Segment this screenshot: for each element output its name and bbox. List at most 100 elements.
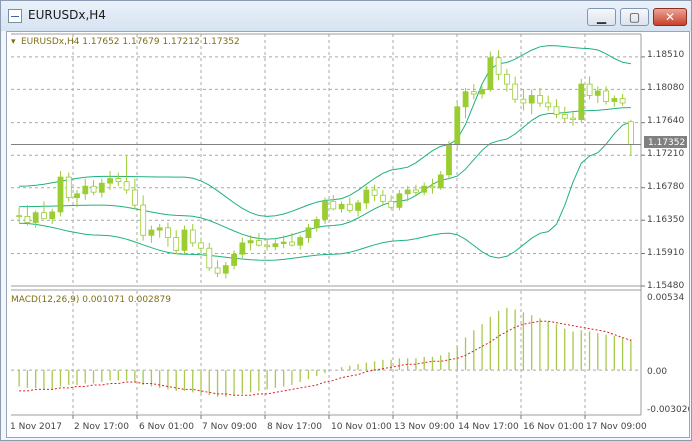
chart-window: EURUSDx,H4 ▁ ▢ ✕ ▾ EURUSDx,H4 1.17652 1.…: [0, 0, 692, 441]
candle-body-50: [429, 185, 436, 189]
candle-body-60: [512, 83, 519, 100]
candle-body-28: [247, 240, 254, 244]
svg-text:▾: ▾: [11, 37, 16, 47]
candle-body-7: [74, 193, 80, 199]
candle-body-22: [198, 242, 204, 249]
candle-body-67: [570, 117, 576, 120]
macd-signal-line: [19, 320, 632, 396]
candle-body-13: [123, 181, 130, 191]
candle-body-57: [487, 57, 494, 90]
candle-body-12: [115, 178, 122, 183]
time-label-5: 8 Nov 17:00: [267, 422, 322, 432]
main-info: ▾ EURUSDx,H4 1.17652 1.17679 1.17212 1.1…: [11, 37, 240, 47]
candle-body-73: [619, 98, 626, 104]
candle-body-3: [41, 212, 47, 220]
time-label-6: 10 Nov 01:00: [331, 422, 392, 432]
candle-body-72: [611, 98, 618, 102]
candle-body-61: [520, 98, 527, 104]
candle-body-49: [421, 185, 428, 193]
candles: [16, 50, 634, 279]
maximize-button[interactable]: ▢: [620, 8, 649, 26]
time-label-9: 16 Nov 01:00: [523, 422, 584, 432]
candle-body-45: [388, 200, 395, 208]
time-label-1: 1 Nov 2017: [10, 422, 62, 432]
candle-body-21: [189, 229, 196, 244]
main-info-label: EURUSDx,H4 1.17652 1.17679 1.17212 1.173…: [21, 37, 240, 47]
candle-body-40: [346, 203, 353, 211]
macd-ticks: 0.00534 0.00 -0.003026: [647, 293, 689, 415]
candle-body-63: [537, 95, 543, 104]
chart-area[interactable]: ▾ EURUSDx,H4 1.17652 1.17679 1.17212 1.1…: [6, 31, 690, 438]
candle-body-46: [396, 193, 403, 208]
candle-body-44: [379, 194, 386, 202]
macd-info-label: MACD(12,26,9) 0.001071 0.002879: [11, 295, 171, 305]
candle-body-26: [231, 253, 238, 266]
candle-body-9: [90, 185, 97, 193]
candle-body-27: [239, 242, 246, 255]
candle-body-23: [206, 247, 213, 269]
macd-tick-top: 0.00534: [647, 293, 684, 303]
price-tick-8: 1.15480: [647, 281, 684, 291]
candle-body-55: [470, 91, 477, 95]
candle-body-1: [24, 215, 31, 223]
price-tick-4: 1.17210: [647, 149, 684, 159]
candle-body-15: [140, 204, 147, 236]
price-tick-3: 1.17640: [647, 116, 684, 126]
candle-body-31: [272, 243, 279, 248]
candle-body-6: [65, 176, 72, 198]
candle-body-48: [413, 189, 419, 193]
minimize-button[interactable]: ▁: [587, 8, 616, 26]
candle-body-14: [132, 189, 138, 206]
candle-body-54: [462, 91, 469, 108]
candle-body-30: [264, 244, 271, 248]
current-price-label: 1.17352: [648, 138, 685, 148]
candle-body-25: [222, 265, 229, 274]
time-label-2: 2 Nov 17:00: [74, 422, 129, 432]
candle-body-8: [82, 185, 89, 195]
candle-body-16: [148, 229, 155, 236]
candle-body-2: [32, 212, 39, 223]
price-ticks: 1.18510 1.18080 1.17640 1.17210 1.16780 …: [647, 50, 684, 291]
candle-body-33: [289, 241, 295, 246]
candle-body-58: [495, 57, 502, 75]
price-tick-2: 1.18080: [647, 83, 684, 93]
price-tick-1: 1.18510: [647, 50, 684, 60]
candle-body-34: [297, 237, 304, 246]
candle-body-52: [446, 144, 452, 176]
candle-body-47: [404, 189, 411, 195]
macd-tick-bottom: -0.003026: [647, 405, 689, 415]
title-bar[interactable]: EURUSDx,H4 ▁ ▢ ✕: [1, 1, 691, 31]
current-price-marker: 1.17352: [644, 136, 687, 148]
candle-body-18: [165, 227, 171, 239]
axes: [11, 33, 645, 419]
candle-body-56: [479, 89, 486, 95]
candle-body-71: [603, 90, 609, 102]
candle-body-11: [107, 178, 113, 184]
candle-body-10: [98, 182, 105, 193]
price-chart-svg[interactable]: ▾ EURUSDx,H4 1.17652 1.17679 1.17212 1.1…: [7, 32, 689, 437]
bollinger-lower-line: [19, 121, 632, 261]
time-label-7: 13 Nov 09:00: [394, 422, 455, 432]
time-label-8: 14 Nov 17:00: [458, 422, 519, 432]
candle-body-38: [330, 200, 337, 210]
candle-body-5: [57, 176, 64, 213]
candle-body-62: [528, 95, 535, 104]
close-button[interactable]: ✕: [653, 8, 687, 26]
candle-body-24: [214, 267, 221, 274]
grid: [11, 34, 641, 415]
candle-body-29: [255, 240, 262, 246]
time-label-10: 17 Nov 09:00: [586, 422, 647, 432]
candle-body-43: [371, 189, 378, 196]
candle-body-66: [561, 114, 568, 119]
candle-body-36: [313, 219, 320, 229]
candle-body-0: [16, 215, 23, 218]
candle-body-4: [49, 211, 56, 220]
candle-body-64: [545, 102, 552, 108]
candle-body-37: [322, 200, 328, 220]
candle-body-69: [586, 83, 593, 96]
candle-body-19: [173, 237, 180, 251]
macd-indicator: [18, 307, 632, 397]
candle-body-65: [553, 106, 560, 115]
candle-body-17: [156, 227, 163, 231]
time-label-3: 6 Nov 01:00: [139, 422, 194, 432]
